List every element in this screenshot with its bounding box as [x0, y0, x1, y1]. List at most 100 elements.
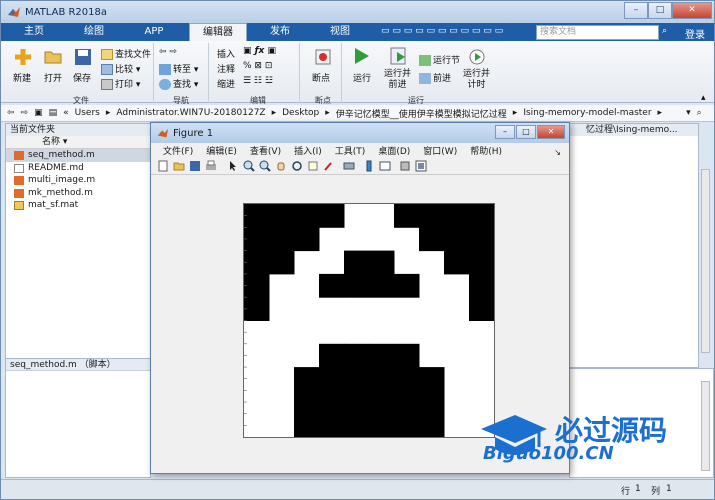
file-item[interactable]: README.md [6, 162, 150, 175]
tab-home[interactable]: 主页 [11, 23, 57, 41]
pixel-cell [469, 273, 494, 298]
nav-back-forward[interactable]: ⇦ ⇨ [159, 47, 177, 57]
path-root-chevron[interactable]: « [63, 108, 69, 118]
print-button[interactable]: 打印 ▾ [101, 77, 140, 90]
matlab-window: MATLAB R2018a – □ ✕ 主页 绘图 APP 编辑器 发布 视图 … [0, 0, 715, 500]
menu-edit[interactable]: 编辑(E) [206, 144, 237, 157]
file-item[interactable]: mat_sf.mat [6, 199, 150, 212]
run-advance-button[interactable]: 运行并 前进 [384, 69, 411, 91]
zoom-in-icon[interactable] [243, 160, 255, 172]
close-button[interactable]: ✕ [672, 2, 712, 19]
pixel-cell [369, 367, 395, 391]
menu-view[interactable]: 查看(V) [250, 144, 281, 157]
save-figure-icon[interactable] [189, 160, 201, 172]
path-seg-desktop[interactable]: Desktop [282, 108, 319, 118]
indent-button[interactable]: 缩进 [217, 77, 235, 90]
indent-icons[interactable]: ☰ ☷ ☳ [243, 76, 273, 86]
path-seg-admin[interactable]: Administrator.WIN7U-20180127Z [116, 108, 265, 118]
new-button[interactable]: 新建 [13, 71, 31, 84]
breakpoint-icon[interactable] [313, 47, 333, 67]
new-figure-icon[interactable] [157, 160, 169, 172]
run-advance-icon[interactable] [389, 46, 409, 66]
run-button[interactable]: 运行 [353, 71, 371, 84]
run-icon[interactable] [351, 46, 371, 66]
figure-maximize-button[interactable]: □ [516, 125, 536, 139]
fx-icon[interactable]: ▣ ƒx ▣ [243, 46, 276, 56]
login-link[interactable]: 登录 [685, 26, 705, 41]
menu-desktop[interactable]: 桌面(D) [378, 144, 410, 157]
separator [299, 43, 300, 101]
row-value: 1 [635, 484, 641, 494]
compare-button[interactable]: 比较 ▾ [101, 62, 140, 75]
find-button[interactable]: 查找 ▾ [159, 77, 198, 90]
menu-window[interactable]: 窗口(W) [423, 144, 457, 157]
file-item[interactable]: mk_method.m [6, 187, 150, 200]
menu-insert[interactable]: 插入(I) [294, 144, 322, 157]
search-folder-icon[interactable]: ⌕ [697, 108, 702, 118]
path-seg-master[interactable]: Ising-memory-model-master [523, 108, 651, 118]
insert-button[interactable]: 插入 [217, 47, 235, 60]
link-plot-icon[interactable] [343, 160, 355, 172]
pan-hand-icon[interactable] [275, 160, 287, 172]
rotate-3d-icon[interactable] [291, 160, 303, 172]
toolstrip-quick-icons: ▭ ▭ ▭ ▭ ▭ ▭ ▭ ▭ ▭ ▭ ▭ [381, 26, 504, 36]
goto-button[interactable]: 转至 ▾ [159, 62, 198, 75]
brush-icon[interactable] [323, 160, 335, 172]
figure-close-button[interactable]: ✕ [537, 125, 565, 139]
file-item[interactable]: multi_image.m [6, 174, 150, 187]
tab-plots[interactable]: 绘图 [69, 23, 119, 41]
folder-up-icon[interactable]: ▣ [34, 108, 43, 118]
pointer-icon[interactable] [227, 160, 239, 172]
run-section-button[interactable]: 运行节 [419, 53, 460, 66]
back-arrow-icon[interactable]: ⇦ [7, 108, 15, 118]
figure-minimize-button[interactable]: – [495, 125, 515, 139]
toolbar-dock-icon[interactable]: ↘ [554, 148, 561, 157]
ribbon-collapse-icon[interactable]: ▴ [701, 93, 706, 103]
pixel-cell [394, 413, 420, 437]
colorbar-icon[interactable] [363, 160, 375, 172]
menu-file[interactable]: 文件(F) [163, 144, 193, 157]
open-button[interactable]: 打开 [44, 71, 62, 84]
tab-publish[interactable]: 发布 [253, 23, 307, 41]
browse-folder-icon[interactable]: ▤ [49, 108, 58, 118]
menu-help[interactable]: 帮助(H) [470, 144, 502, 157]
file-item[interactable]: seq_method.m [6, 149, 150, 162]
search-icon[interactable]: ⌕ [662, 26, 667, 36]
comment-button[interactable]: 注释 [217, 62, 235, 75]
print-figure-icon[interactable] [205, 160, 217, 172]
new-icon[interactable] [13, 47, 33, 67]
show-plot-tools-icon[interactable] [415, 160, 427, 172]
breakpoint-button[interactable]: 断点 [312, 71, 330, 84]
pixel-cell [269, 227, 295, 252]
find-files-button[interactable]: 查找文件 [101, 47, 151, 60]
save-disk-icon[interactable] [73, 47, 93, 67]
advance-button[interactable]: 前进 [419, 71, 451, 84]
menu-tools[interactable]: 工具(T) [335, 144, 366, 157]
path-seg-users[interactable]: Users [75, 108, 100, 118]
tab-apps[interactable]: APP [129, 23, 179, 41]
open-file-icon[interactable] [173, 160, 185, 172]
hide-plot-tools-icon[interactable] [399, 160, 411, 172]
minimize-button[interactable]: – [624, 2, 648, 19]
tab-view[interactable]: 视图 [313, 23, 367, 41]
print-label: 打印 [115, 80, 134, 90]
address-bar: ⇦ ⇨ ▣ ▤ « Users ▸ Administrator.WIN7U-201… [1, 105, 714, 122]
data-cursor-icon[interactable] [307, 160, 319, 172]
legend-icon[interactable] [379, 160, 391, 172]
open-folder-icon[interactable] [43, 47, 63, 67]
forward-arrow-icon[interactable]: ⇨ [21, 108, 29, 118]
editor-path-text: 忆过程\Ising-memo... [570, 124, 698, 136]
column-header-name[interactable]: 名称 ▾ [6, 136, 150, 149]
save-button[interactable]: 保存 [73, 71, 91, 84]
path-seg-project[interactable]: 伊辛记忆模型__使用伊辛模型模拟记忆过程 [336, 107, 507, 120]
editor-scrollbar[interactable] [701, 169, 710, 353]
zoom-out-icon[interactable] [259, 160, 271, 172]
comment-icons[interactable]: % ⊠ ⊡ [243, 61, 272, 71]
run-time-icon[interactable] [467, 46, 487, 66]
tab-editor[interactable]: 编辑器 [189, 23, 247, 41]
path-dropdown-icon[interactable]: ▾ [686, 108, 691, 118]
maximize-button[interactable]: □ [648, 2, 672, 19]
figure-axes[interactable] [243, 203, 495, 438]
search-input[interactable]: 搜索文档 [536, 25, 659, 40]
run-time-button[interactable]: 运行并 计时 [463, 69, 490, 91]
